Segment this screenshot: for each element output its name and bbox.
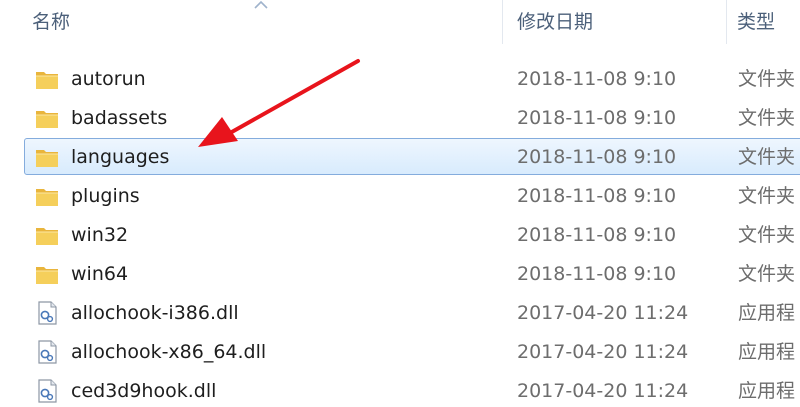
file-name: allochook-x86_64.dll (71, 341, 267, 363)
file-name: badassets (71, 107, 168, 129)
file-name: win64 (71, 263, 129, 285)
file-date: 2018-11-08 9:10 (517, 107, 677, 129)
file-date: 2018-11-08 9:10 (517, 68, 677, 90)
sort-ascending-icon (254, 0, 268, 9)
file-name: languages (71, 146, 170, 168)
file-row[interactable]: allochook-i386.dll 2017-04-20 11:24 应用程 (24, 294, 800, 331)
file-row-selected[interactable]: languages 2018-11-08 9:10 文件夹 (24, 138, 800, 175)
column-header: 名称 修改日期 类型 (0, 0, 800, 44)
file-row[interactable]: win64 2018-11-08 9:10 文件夹 (24, 255, 800, 292)
file-row[interactable]: badassets 2018-11-08 9:10 文件夹 (24, 99, 800, 136)
column-header-type[interactable]: 类型 (727, 0, 800, 44)
file-type: 文件夹 (738, 224, 796, 246)
file-date: 2017-04-20 11:24 (517, 302, 689, 324)
file-row[interactable]: win32 2018-11-08 9:10 文件夹 (24, 216, 800, 253)
file-type: 文件夹 (738, 68, 796, 90)
file-type: 应用程 (738, 380, 796, 402)
column-header-name[interactable]: 名称 (0, 0, 502, 44)
file-name: plugins (71, 185, 140, 207)
file-type: 应用程 (738, 302, 796, 324)
file-row[interactable]: autorun 2018-11-08 9:10 文件夹 (24, 60, 800, 97)
file-name: ced3d9hook.dll (71, 380, 217, 402)
dll-file-icon (34, 378, 60, 404)
file-type: 文件夹 (738, 146, 796, 168)
file-name: win32 (71, 224, 129, 246)
file-type: 文件夹 (738, 185, 796, 207)
file-row[interactable]: ced3d9hook.dll 2017-04-20 11:24 应用程 (24, 372, 800, 407)
file-date: 2017-04-20 11:24 (517, 380, 689, 402)
folder-icon (34, 66, 60, 92)
file-date: 2017-04-20 11:24 (517, 341, 689, 363)
folder-icon (34, 222, 60, 248)
dll-file-icon (34, 300, 60, 326)
file-date: 2018-11-08 9:10 (517, 224, 677, 246)
column-header-date[interactable]: 修改日期 (503, 0, 726, 44)
file-row[interactable]: allochook-x86_64.dll 2017-04-20 11:24 应用… (24, 333, 800, 370)
folder-icon (34, 105, 60, 131)
file-name: allochook-i386.dll (71, 302, 239, 324)
file-name: autorun (71, 68, 146, 90)
file-explorer: 名称 修改日期 类型 autorun 2018-11-08 9:10 文件夹 b… (0, 0, 800, 407)
file-row[interactable]: plugins 2018-11-08 9:10 文件夹 (24, 177, 800, 214)
folder-icon (34, 144, 60, 170)
folder-icon (34, 183, 60, 209)
file-date: 2018-11-08 9:10 (517, 185, 677, 207)
folder-icon (34, 261, 60, 287)
file-type: 应用程 (738, 341, 796, 363)
file-date: 2018-11-08 9:10 (517, 146, 677, 168)
file-type: 文件夹 (738, 263, 796, 285)
file-date: 2018-11-08 9:10 (517, 263, 677, 285)
file-type: 文件夹 (738, 107, 796, 129)
dll-file-icon (34, 339, 60, 365)
